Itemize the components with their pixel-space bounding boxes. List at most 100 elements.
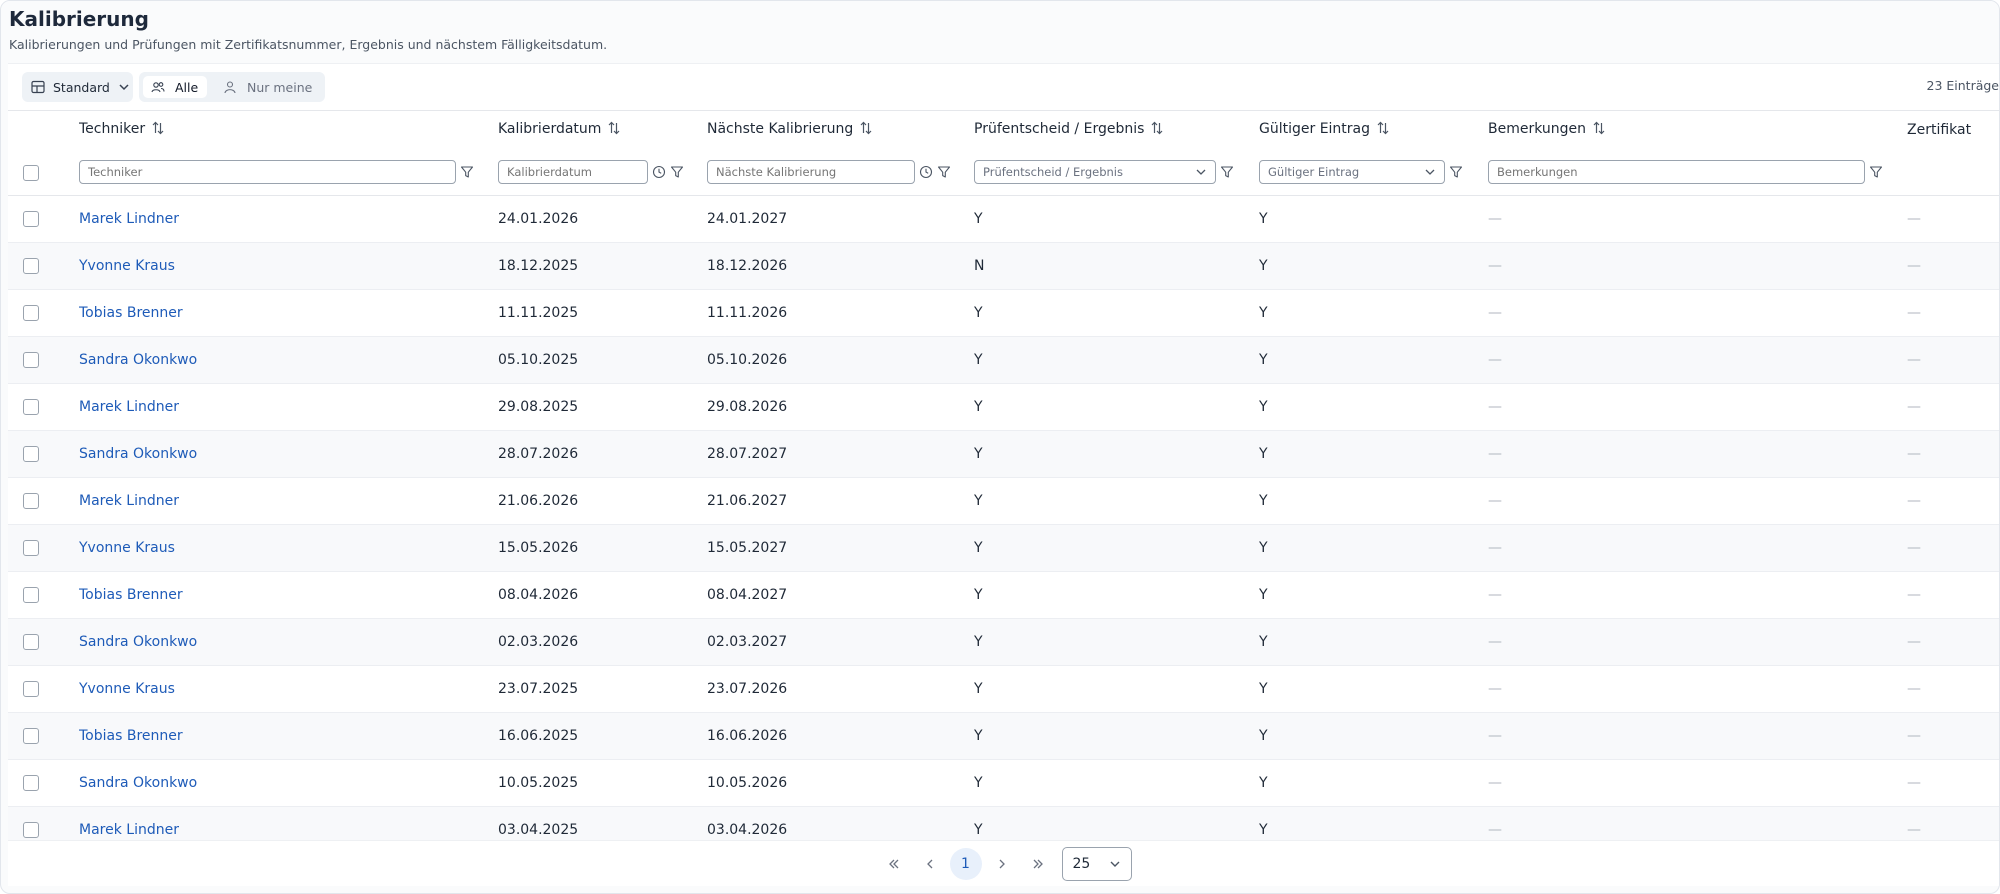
row-checkbox[interactable] (23, 493, 39, 509)
chevrons-right-icon (1031, 857, 1045, 871)
page-subtitle: Kalibrierungen und Prüfungen mit Zertifi… (9, 37, 608, 52)
table-row[interactable]: Sandra Okonkwo 28.07.2026 28.07.2027 Y Y — — (8, 430, 1999, 478)
technician-link[interactable]: Sandra Okonkwo (79, 446, 197, 462)
cell-result: Y (974, 807, 1259, 841)
scope-mine-button[interactable]: Nur meine (219, 76, 323, 98)
funnel-icon[interactable] (1869, 165, 1883, 179)
technician-link[interactable]: Sandra Okonkwo (79, 352, 197, 368)
cell-technician: Yvonne Kraus (79, 243, 498, 290)
table-row[interactable]: Sandra Okonkwo 05.10.2025 05.10.2026 Y Y — — (8, 336, 1999, 384)
table-row[interactable]: Sandra Okonkwo 10.05.2025 10.05.2026 Y Y — — (8, 760, 1999, 807)
filter-remarks-input[interactable] (1488, 159, 1865, 184)
clock-icon[interactable] (919, 165, 933, 179)
row-checkbox[interactable] (23, 822, 39, 838)
column-header-remarks[interactable]: Bemerkungen (1488, 111, 1907, 149)
cell-value: 29.08.2025 (498, 399, 579, 415)
funnel-icon[interactable] (460, 165, 474, 179)
row-checkbox[interactable] (23, 305, 39, 321)
row-checkbox[interactable] (23, 211, 39, 227)
sort-arrows-icon[interactable] (151, 121, 165, 139)
table-row[interactable]: Yvonne Kraus 23.07.2025 23.07.2026 Y Y — — (8, 666, 1999, 713)
technician-link[interactable]: Marek Lindner (79, 211, 179, 227)
prev-page-button[interactable] (914, 848, 946, 880)
users-icon (151, 80, 165, 94)
sort-arrows-icon[interactable] (607, 121, 621, 139)
filter-cal-date-input[interactable] (498, 159, 648, 184)
column-header-valid[interactable]: Gültiger Eintrag (1259, 111, 1488, 149)
cell-value: — (1907, 587, 1921, 603)
column-header-certificate[interactable]: Zertifikat (1907, 111, 1999, 149)
select-all-checkbox[interactable] (23, 164, 39, 181)
pagination: 1 25 (8, 840, 1999, 886)
technician-link[interactable]: Tobias Brenner (79, 305, 183, 321)
table-row[interactable]: Marek Lindner 29.08.2025 29.08.2026 Y Y — — (8, 384, 1999, 431)
column-header-next-cal[interactable]: Nächste Kalibrierung (707, 111, 974, 149)
cell-value: — (1907, 305, 1921, 321)
filter-valid-select[interactable]: Gültiger Eintrag (1259, 159, 1445, 184)
filter-technician-input[interactable] (79, 159, 456, 184)
row-checkbox[interactable] (23, 634, 39, 650)
filter-result-select[interactable]: Prüfentscheid / Ergebnis (974, 159, 1216, 184)
funnel-icon[interactable] (1449, 165, 1463, 179)
cell-value: — (1488, 822, 1502, 838)
funnel-icon[interactable] (937, 165, 951, 179)
row-checkbox[interactable] (23, 540, 39, 556)
row-checkbox[interactable] (23, 775, 39, 791)
column-header-result[interactable]: Prüfentscheid / Ergebnis (974, 111, 1259, 149)
entry-count: 23 Einträge (1926, 78, 2000, 93)
sort-arrows-icon[interactable] (1592, 121, 1606, 139)
page-button-current[interactable]: 1 (949, 847, 982, 880)
filter-next-cal-input[interactable] (707, 159, 915, 184)
rows-per-page-select[interactable]: 25 (1061, 846, 1132, 881)
technician-link[interactable]: Marek Lindner (79, 822, 179, 838)
row-checkbox[interactable] (23, 728, 39, 744)
table-row[interactable]: Sandra Okonkwo 02.03.2026 02.03.2027 Y Y — — (8, 618, 1999, 666)
table-row[interactable]: Marek Lindner 24.01.2026 24.01.2027 Y Y — — (8, 196, 1999, 243)
table-row[interactable]: Yvonne Kraus 18.12.2025 18.12.2026 N Y — — (8, 242, 1999, 290)
row-checkbox[interactable] (23, 352, 39, 368)
row-checkbox[interactable] (23, 681, 39, 697)
table-row[interactable]: Tobias Brenner 11.11.2025 11.11.2026 Y Y — — (8, 290, 1999, 337)
technician-link[interactable]: Sandra Okonkwo (79, 775, 197, 791)
table-row[interactable]: Tobias Brenner 16.06.2025 16.06.2026 Y Y — — (8, 712, 1999, 760)
sort-arrows-icon[interactable] (1150, 121, 1164, 139)
technician-link[interactable]: Tobias Brenner (79, 728, 183, 744)
column-header-cal-date[interactable]: Kalibrierdatum (498, 111, 707, 149)
cell-technician: Marek Lindner (79, 807, 498, 841)
table-row[interactable]: Marek Lindner 21.06.2026 21.06.2027 Y Y — — (8, 478, 1999, 525)
select-all-cell (8, 149, 79, 196)
next-page-button[interactable] (986, 848, 1018, 880)
cell-technician: Tobias Brenner (79, 713, 498, 760)
row-checkbox[interactable] (23, 587, 39, 603)
funnel-icon[interactable] (670, 165, 684, 179)
row-select-cell (8, 807, 79, 841)
cell-remarks: — (1488, 666, 1907, 713)
technician-link[interactable]: Tobias Brenner (79, 587, 183, 603)
technician-link[interactable]: Yvonne Kraus (79, 258, 175, 274)
row-checkbox[interactable] (23, 258, 39, 274)
clock-icon[interactable] (652, 165, 666, 179)
technician-link[interactable]: Marek Lindner (79, 399, 179, 415)
sort-arrows-icon[interactable] (859, 121, 873, 139)
technician-link[interactable]: Yvonne Kraus (79, 681, 175, 697)
row-checkbox[interactable] (23, 446, 39, 462)
technician-link[interactable]: Sandra Okonkwo (79, 634, 197, 650)
view-select-button[interactable]: Standard (22, 72, 133, 102)
column-header-technician[interactable]: Techniker (79, 111, 498, 149)
scope-all-button[interactable]: Alle (143, 76, 207, 98)
row-select-cell (8, 290, 79, 337)
last-page-button[interactable] (1022, 848, 1054, 880)
sort-arrows-icon[interactable] (1376, 121, 1390, 139)
cell-cal-date: 24.01.2026 (498, 196, 707, 243)
table-row[interactable]: Yvonne Kraus 15.05.2026 15.05.2027 Y Y — — (8, 524, 1999, 572)
table-row[interactable]: Tobias Brenner 08.04.2026 08.04.2027 Y Y — — (8, 572, 1999, 619)
technician-link[interactable]: Yvonne Kraus (79, 540, 175, 556)
first-page-button[interactable] (878, 848, 910, 880)
technician-link[interactable]: Marek Lindner (79, 493, 179, 509)
funnel-icon[interactable] (1220, 165, 1234, 179)
cell-result: Y (974, 619, 1259, 666)
cell-value: — (1907, 446, 1921, 462)
table-row[interactable]: Marek Lindner 03.04.2025 03.04.2026 Y Y — — (8, 806, 1999, 841)
cell-cal-date: 28.07.2026 (498, 431, 707, 478)
row-checkbox[interactable] (23, 399, 39, 415)
